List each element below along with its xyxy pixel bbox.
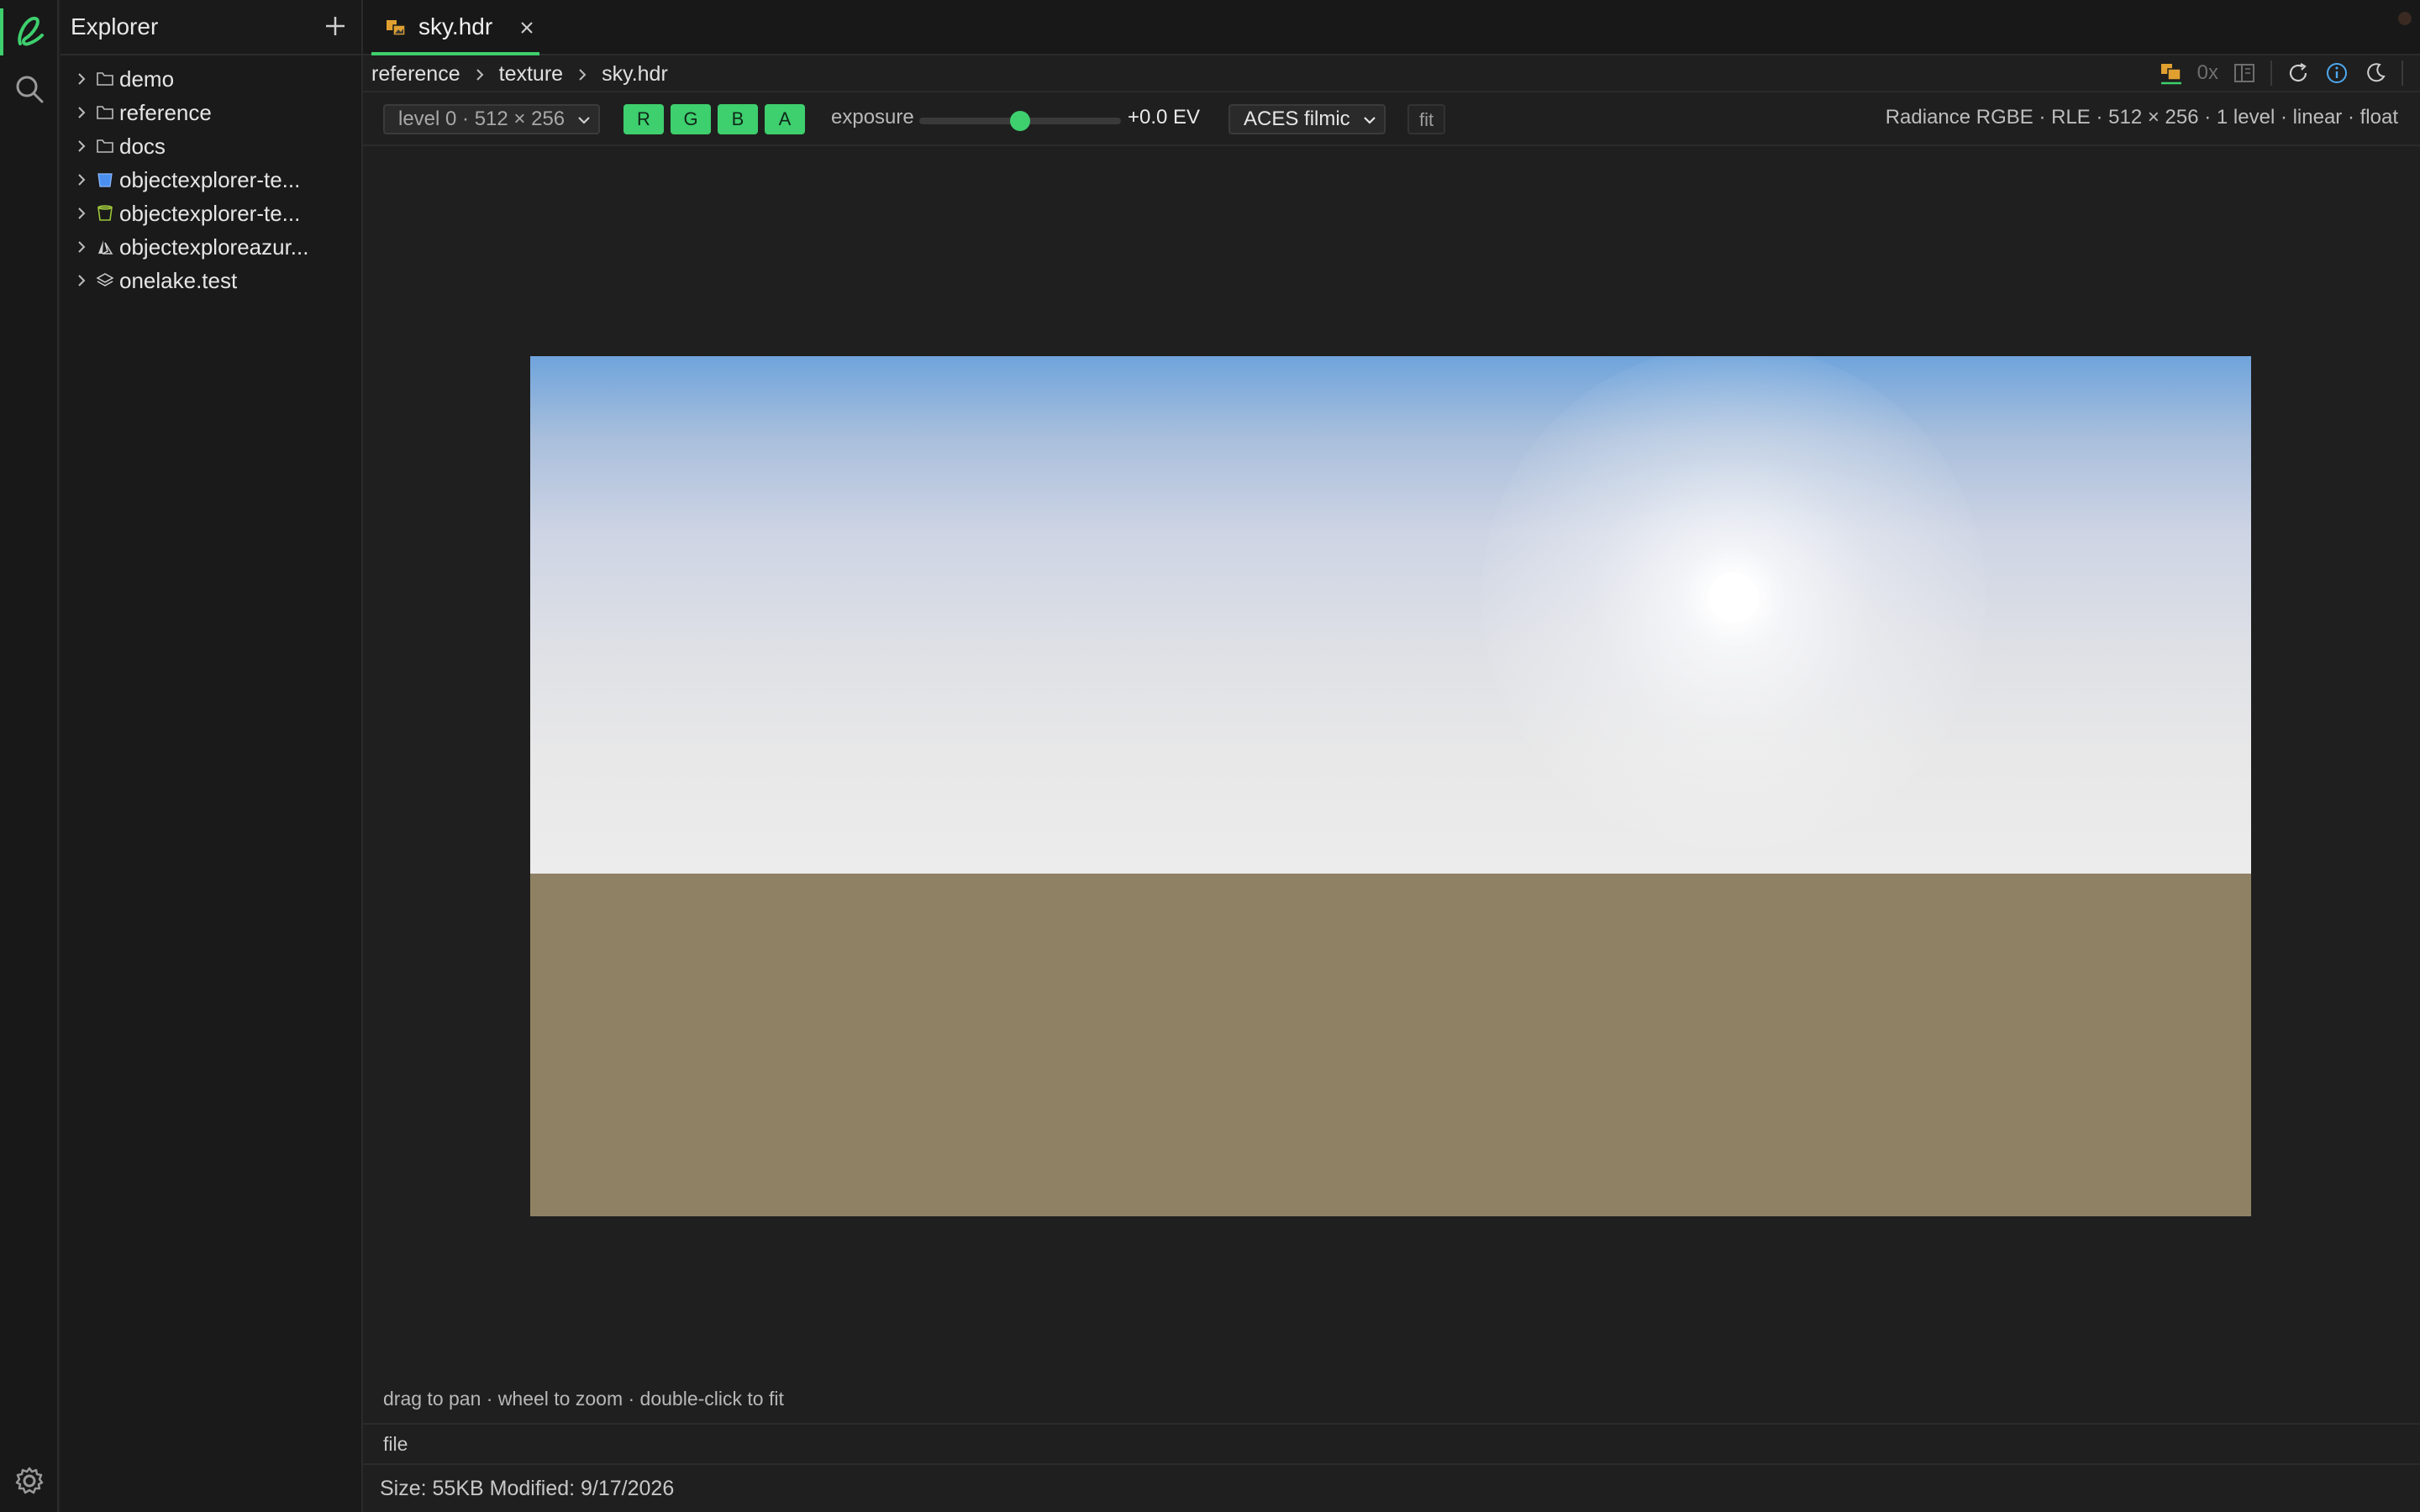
breadcrumb-item[interactable]: sky.hdr [602,62,668,87]
activity-bar [0,0,59,1512]
tree-item-label: docs [119,134,166,159]
channel-r-toggle[interactable]: R [623,104,664,134]
editor-area: sky.hdr reference texture sky.hdr 0x lev… [363,0,2420,1512]
file-format-info: Radiance RGBE · RLE · 512 × 256 · 1 leve… [1885,106,2398,129]
layers-icon [96,273,114,286]
bucket-icon [97,173,113,187]
app-logo-icon[interactable] [8,10,50,52]
tab-label: sky.hdr [418,13,493,39]
add-icon[interactable] [323,13,348,39]
tree-item-label: demo [119,66,175,92]
close-icon[interactable] [518,18,536,37]
chevron-right-icon[interactable] [74,273,89,288]
sidebar-title: Explorer [71,13,159,39]
divider [2402,60,2403,86]
zoom-readout: 0x [2196,61,2218,84]
image-viewport[interactable]: drag to pan · wheel to zoom · double-cli… [363,148,2420,1423]
view-actions: 0x [2145,60,2403,86]
tree-item-onelake[interactable]: onelake.test [60,264,361,297]
tonemap-select[interactable]: ACES filmic [1228,104,1386,134]
chevron-right-icon [579,68,587,81]
channel-b-toggle[interactable]: B [718,104,758,134]
image-preview-icon[interactable] [2159,60,2184,86]
hdr-image[interactable] [530,356,2251,1216]
breadcrumb-item[interactable]: reference [371,62,460,87]
tree-item-label: onelake.test [119,268,238,293]
tree-item-docs[interactable]: docs [60,129,361,163]
explorer-sidebar: Explorer demo reference docs objectexplo… [60,0,363,1512]
panel-tab-file[interactable]: file [383,1433,408,1456]
tree-item-demo[interactable]: demo [60,62,361,96]
ground-region [530,874,2251,1216]
level-select-value: level 0 · 512 × 256 [398,108,566,130]
tab-sky-hdr[interactable]: sky.hdr [371,0,539,55]
folder-icon [97,72,113,86]
chevron-down-icon [1363,117,1376,124]
viewer-hint: drag to pan · wheel to zoom · double-cli… [383,1388,784,1410]
level-select[interactable]: level 0 · 512 × 256 [383,104,601,134]
split-view-icon[interactable] [2232,60,2257,86]
folder-icon [97,139,113,153]
channel-g-toggle[interactable]: G [671,104,711,134]
window-control-dot[interactable] [2398,12,2412,25]
image-file-icon [387,20,406,36]
search-icon[interactable] [13,72,46,106]
status-bar: Size: 55KB Modified: 9/17/2026 [363,1465,2420,1512]
tree-item-label: objectexploreazur... [119,234,309,260]
tree-item-bucket-1[interactable]: objectexplorer-te... [60,163,361,197]
fit-button[interactable]: fit [1407,104,1446,134]
tree-item-label: objectexplorer-te... [119,167,301,192]
chevron-right-icon[interactable] [74,206,89,221]
breadcrumb-bar: reference texture sky.hdr 0x [363,55,2420,92]
tree-item-azure[interactable]: objectexploreazur... [60,230,361,264]
active-indicator [0,8,3,55]
chevron-right-icon[interactable] [74,239,89,255]
chevron-right-icon[interactable] [74,71,89,87]
chevron-right-icon [476,68,484,81]
tonemap-select-value: ACES filmic [1244,108,1350,130]
exposure-value: +0.0 EV [1128,106,1201,129]
chevron-right-icon[interactable] [74,172,89,187]
azure-icon [98,240,113,255]
folder-icon [97,106,113,119]
theme-moon-icon[interactable] [2363,60,2388,86]
file-status-text: Size: 55KB Modified: 9/17/2026 [380,1477,675,1500]
hdr-toolbar: level 0 · 512 × 256 R G B A exposure +0.… [363,92,2420,146]
exposure-label: exposure [831,106,914,129]
info-icon[interactable] [2324,60,2349,86]
breadcrumb: reference texture sky.hdr [371,62,668,87]
tree-item-label: reference [119,100,212,125]
tab-bar: sky.hdr [363,0,2420,55]
tree-item-bucket-2[interactable]: objectexplorer-te... [60,197,361,230]
channel-a-toggle[interactable]: A [765,104,805,134]
sidebar-header: Explorer [60,0,361,55]
breadcrumb-item[interactable]: texture [499,62,563,87]
chevron-right-icon[interactable] [74,139,89,154]
sun [1708,572,1759,622]
sky-region [530,356,2251,874]
refresh-icon[interactable] [2286,60,2311,86]
tree-item-label: objectexplorer-te... [119,201,301,226]
exposure-slider-thumb[interactable] [1010,111,1030,131]
chevron-right-icon[interactable] [74,105,89,120]
settings-gear-icon[interactable] [14,1466,45,1496]
divider [2270,60,2272,86]
explorer-tree: demo reference docs objectexplorer-te...… [60,62,361,297]
bottom-panel-tabs: file [363,1423,2420,1465]
tree-item-reference[interactable]: reference [60,96,361,129]
chevron-down-icon [578,117,590,124]
bucket-outline-icon [97,205,113,221]
